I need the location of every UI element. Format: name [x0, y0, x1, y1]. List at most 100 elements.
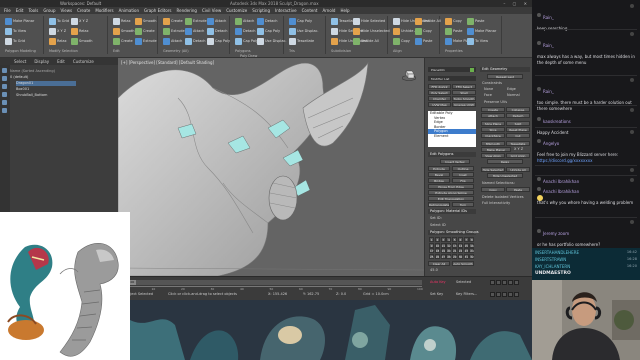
- ribbon-tool-label[interactable]: Relax: [121, 19, 131, 23]
- repeat-last-button[interactable]: Repeat Last: [487, 74, 523, 79]
- smoothing-group-button[interactable]: 8: [469, 237, 475, 242]
- next-frame-icon[interactable]: [508, 280, 513, 285]
- avatar[interactable]: [537, 186, 541, 191]
- ribbon-tool-icon[interactable]: [415, 38, 422, 45]
- filter-shapes-icon[interactable]: [2, 76, 7, 81]
- ribbon-tool-label[interactable]: Tessellate: [297, 39, 314, 43]
- constraint-option[interactable]: Edge: [507, 87, 516, 91]
- bevel-button[interactable]: Bevel: [428, 172, 450, 177]
- chat-message[interactable]: Angelyo Feel free to join my Blizzard ser…: [537, 130, 637, 163]
- cut-button[interactable]: Cut: [506, 133, 530, 138]
- outline-button[interactable]: Outline: [452, 166, 474, 171]
- ribbon-tool-label[interactable]: Attach: [171, 39, 182, 43]
- scene-row[interactable]: ShrubBall_Bottom: [16, 93, 47, 98]
- ribbon-tool-icon[interactable]: [353, 18, 360, 25]
- smoothing-group-button[interactable]: 12: [446, 242, 452, 248]
- ribbon-tool-icon[interactable]: [393, 18, 400, 25]
- menu-item[interactable]: Content: [302, 7, 318, 14]
- delete-isolated-checkbox[interactable]: Delete Isolated Vertices: [482, 195, 524, 199]
- smoothing-group-button[interactable]: 4: [446, 237, 452, 242]
- smoothing-group-button[interactable]: 32: [469, 253, 475, 259]
- bridge-button[interactable]: Bridge: [428, 178, 450, 183]
- ribbon-tool-icon[interactable]: [113, 28, 120, 35]
- ribbon-tool-label[interactable]: Create: [121, 39, 133, 43]
- grid-align-button[interactable]: Grid Align: [506, 153, 530, 158]
- ribbon-tool-icon[interactable]: [393, 38, 400, 45]
- ribbon-tool-label[interactable]: Extrude: [171, 29, 185, 33]
- smoothing-group-button[interactable]: 24: [469, 248, 475, 253]
- menu-item[interactable]: Modifiers: [95, 7, 113, 14]
- smoothing-group-button[interactable]: 29: [452, 253, 458, 259]
- retriangulate-button[interactable]: Retriangulate: [428, 202, 450, 207]
- ribbon-tool-label[interactable]: Extrude: [143, 39, 157, 43]
- ribbon-tool-label[interactable]: To View: [475, 39, 488, 43]
- slice-plane-button[interactable]: Slice Plane: [481, 121, 505, 126]
- more-options-icon[interactable]: [630, 78, 634, 82]
- ribbon-tool-icon[interactable]: [415, 28, 422, 35]
- ribbon-tool-icon[interactable]: [353, 38, 360, 45]
- detach-button[interactable]: Detach: [506, 113, 530, 118]
- ribbon-tool-label[interactable]: Cap Poly: [243, 39, 258, 43]
- modifier-button[interactable]: Unwrap UVW: [452, 102, 476, 107]
- chat-text[interactable]: https://discord.gg/xxxxxxxx: [537, 158, 637, 163]
- menu-item[interactable]: Interactive: [275, 7, 297, 14]
- more-options-icon[interactable]: [630, 108, 634, 112]
- ribbon-tool-icon[interactable]: [331, 18, 338, 25]
- smoothing-group-button[interactable]: 19: [440, 248, 446, 253]
- avatar[interactable]: [537, 40, 541, 45]
- ribbon-tool-icon[interactable]: [257, 38, 264, 45]
- modifier-stack-item[interactable]: Element: [428, 134, 476, 139]
- smoothing-group-button[interactable]: 6: [457, 237, 463, 242]
- reset-plane-button[interactable]: Reset Plane: [506, 127, 530, 132]
- ribbon-tool-label[interactable]: Smooth: [143, 19, 157, 23]
- avatar[interactable]: [537, 228, 541, 233]
- collapse-button[interactable]: Collapse: [506, 107, 530, 112]
- smoothing-group-button[interactable]: 18: [434, 248, 440, 253]
- ribbon-tool-icon[interactable]: [467, 28, 474, 35]
- preserve-uvs-checkbox[interactable]: Preserve UVs: [484, 100, 507, 104]
- ribbon-tool-icon[interactable]: [135, 18, 142, 25]
- ribbon-tool-label[interactable]: Paste: [423, 39, 432, 43]
- edit-polygons-rollout[interactable]: Edit Polygons: [428, 152, 476, 157]
- ribbon-tool-label[interactable]: Paste: [453, 29, 462, 33]
- ribbon-tool-icon[interactable]: [331, 38, 338, 45]
- ribbon-tool-label[interactable]: X Y Z: [79, 19, 88, 23]
- ribbon-tool-icon[interactable]: [185, 38, 192, 45]
- create-button[interactable]: Create: [481, 107, 505, 112]
- ribbon-tool-label[interactable]: Cap Poly: [215, 39, 230, 43]
- menu-item[interactable]: File: [4, 7, 11, 14]
- smoothing-group-button[interactable]: 26: [434, 253, 440, 259]
- scene-tab[interactable]: Display: [34, 58, 49, 65]
- smoothing-group-button[interactable]: 31: [463, 253, 469, 259]
- smoothing-group-button[interactable]: 22: [457, 248, 463, 253]
- ribbon-tool-icon[interactable]: [5, 38, 12, 45]
- auto-smooth-value[interactable]: 45.0: [430, 268, 438, 272]
- ribbon-tool-label[interactable]: Detach: [265, 19, 278, 23]
- ribbon-tool-label[interactable]: Detach: [243, 29, 256, 33]
- ribbon-tool-label[interactable]: Relax: [79, 29, 89, 33]
- modifier-list-dropdown[interactable]: Modifier List: [428, 76, 476, 81]
- inset-button[interactable]: Inset: [452, 172, 474, 177]
- ribbon-tool-icon[interactable]: [207, 38, 214, 45]
- more-options-icon[interactable]: [630, 220, 634, 224]
- ribbon-tool-label[interactable]: Attach: [243, 19, 254, 23]
- ribbon-tool-label[interactable]: X Y Z: [57, 29, 66, 33]
- smoothing-group-button[interactable]: 20: [446, 248, 452, 253]
- menu-item[interactable]: Graph Editors: [144, 7, 171, 14]
- modifier-button[interactable]: Turbo Smooth: [452, 96, 476, 101]
- ribbon-tool-icon[interactable]: [5, 28, 12, 35]
- more-options-icon[interactable]: [630, 168, 634, 172]
- ribbon-tool-icon[interactable]: [235, 28, 242, 35]
- more-options-icon[interactable]: [630, 178, 634, 182]
- ribbon-tool-label[interactable]: Detach: [215, 29, 228, 33]
- ribbon-tool-icon[interactable]: [163, 38, 170, 45]
- view-align-button[interactable]: View Align: [481, 153, 505, 158]
- menu-item[interactable]: Edit: [16, 7, 24, 14]
- smoothing-group-button[interactable]: 15: [463, 242, 469, 248]
- scene-tab[interactable]: Customize: [73, 58, 94, 65]
- hide-unselected-button[interactable]: Hide Unselected: [487, 173, 523, 178]
- ribbon-tool-label[interactable]: Cap Poly: [265, 29, 280, 33]
- chat-username[interactable]: Anachi Ibrahikhan: [543, 189, 579, 194]
- auto-key-button[interactable]: Auto Key: [430, 280, 446, 284]
- coord-x[interactable]: X: 155.426: [268, 292, 287, 296]
